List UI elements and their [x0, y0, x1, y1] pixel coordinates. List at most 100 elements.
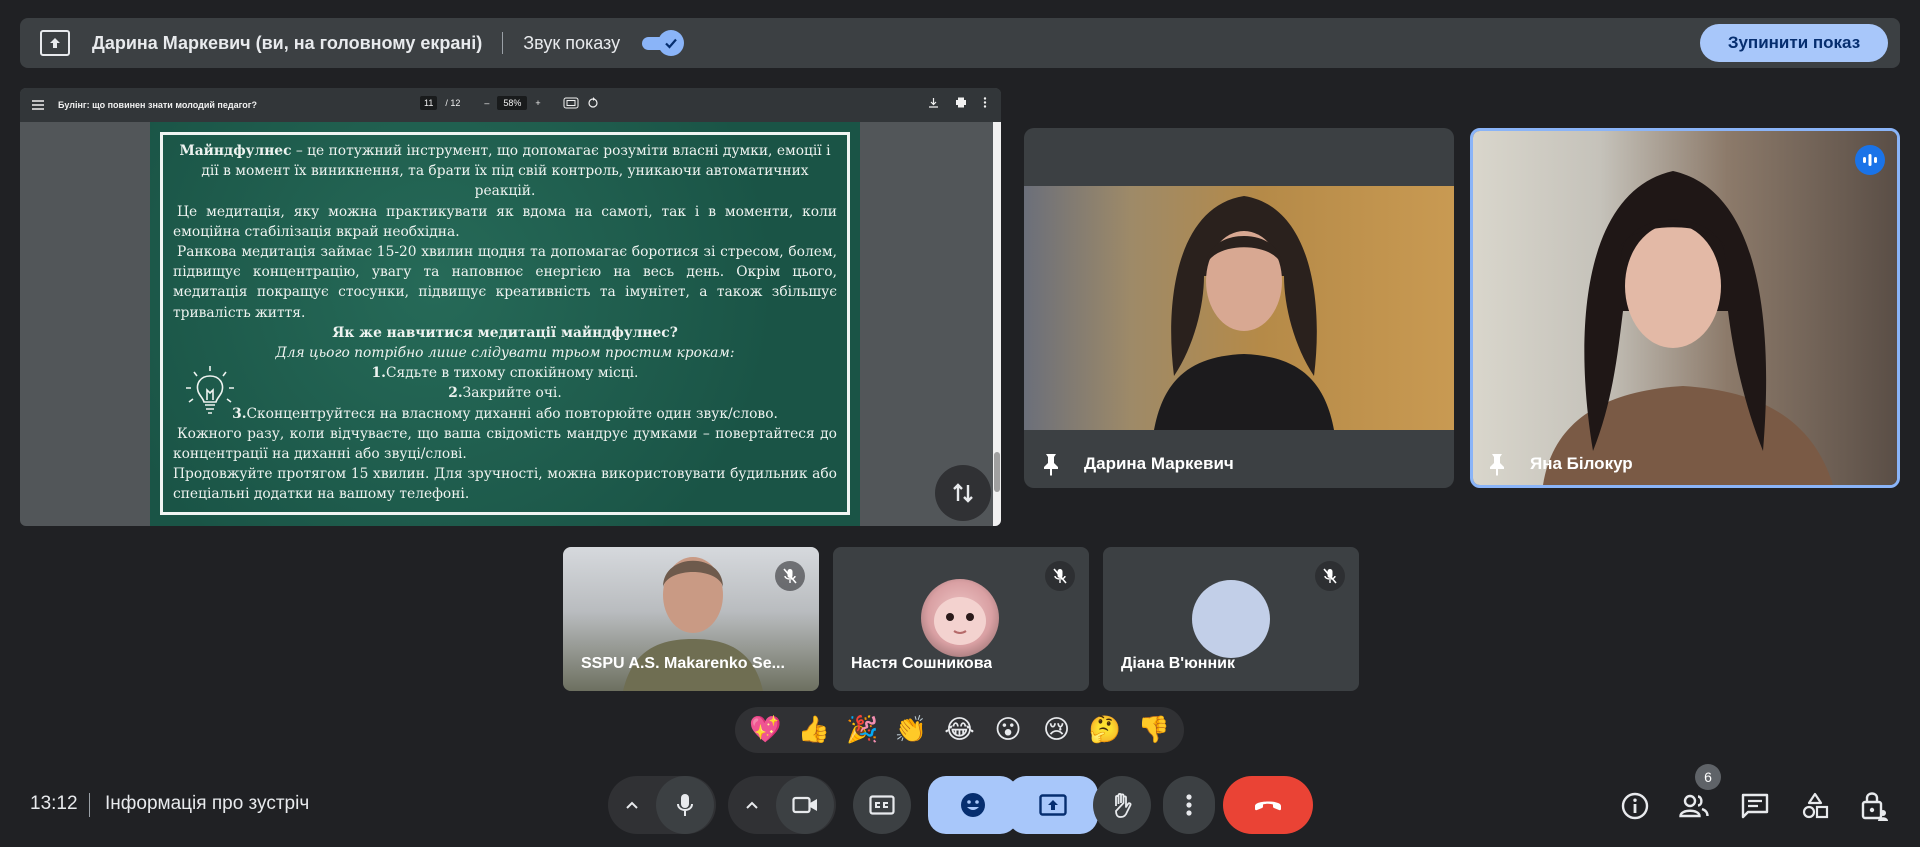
reaction-party-popper[interactable]: 🎉 — [841, 707, 883, 753]
muted-icon — [1315, 561, 1345, 591]
muted-icon — [775, 561, 805, 591]
participant-tile-yana[interactable]: Яна Білокур — [1470, 128, 1900, 488]
page-number-input[interactable]: 11 — [420, 96, 438, 110]
pdf-scrollbar[interactable] — [993, 122, 1001, 526]
more-options-button[interactable] — [1163, 776, 1215, 834]
check-icon — [658, 30, 685, 56]
mic-options-button[interactable] — [608, 800, 656, 810]
participant-name: Діана В'юнник — [1121, 655, 1235, 672]
people-button[interactable] — [1678, 790, 1710, 822]
videocam-icon — [792, 796, 817, 814]
captions-button[interactable] — [853, 776, 911, 834]
slide-paragraph: Ранкова медитація займає 15-20 хвилин що… — [173, 244, 837, 321]
activities-button[interactable] — [1799, 790, 1831, 822]
shared-screen: Булінг: що повинен знати молодий педагог… — [20, 88, 1001, 526]
share-audio-toggle[interactable] — [640, 30, 686, 56]
sound-label: Звук показу — [523, 32, 621, 53]
host-controls-button[interactable] — [1858, 790, 1890, 822]
participant-tile-sspu[interactable]: SSPU A.S. Makarenko Se... — [563, 547, 819, 691]
reaction-thumbs-up[interactable]: 👍 — [793, 707, 835, 753]
participant-name: Яна Білокур — [1530, 454, 1633, 473]
presenter-text: Дарина Маркевич (ви, на головному екрані… — [92, 32, 483, 53]
zoom-level[interactable]: 58% — [497, 96, 528, 110]
present-now-button[interactable] — [1008, 776, 1098, 834]
raise-hand-button[interactable] — [1093, 776, 1151, 834]
divider — [502, 32, 504, 54]
meeting-clock: 13:12 — [30, 793, 78, 814]
reactions-bar: 💖 👍 🎉 👏 😂 😮 😢 🤔 👎 — [735, 707, 1184, 753]
shapes-icon — [1802, 792, 1829, 819]
lock-person-icon — [1861, 792, 1888, 821]
menu-icon[interactable] — [32, 100, 44, 110]
slide-definition: – це потужний інструмент, що допомагає р… — [201, 143, 831, 200]
people-icon — [1679, 794, 1709, 818]
chat-button[interactable] — [1739, 790, 1771, 822]
pin-icon[interactable] — [1486, 452, 1508, 476]
leave-call-button[interactable] — [1223, 776, 1313, 834]
chevron-up-icon — [746, 801, 758, 809]
slide-step: Сядьте в тихому спокійному місці. — [385, 365, 639, 382]
pin-icon[interactable] — [1040, 452, 1062, 476]
camera-control-group — [728, 776, 836, 834]
stop-presenting-button[interactable]: Зупинити показ — [1700, 24, 1888, 62]
hand-icon — [1115, 792, 1132, 818]
participant-figure — [1543, 171, 1833, 485]
present-screen-icon — [40, 30, 70, 56]
avatar — [921, 579, 999, 657]
pdf-toolbar: Булінг: що повинен знати молодий педагог… — [20, 88, 1001, 122]
meeting-details-button[interactable] — [1619, 790, 1651, 822]
participant-figure — [1154, 196, 1334, 430]
slide-paragraph: Кожного разу, коли відчуваєте, що ваша с… — [173, 425, 837, 463]
info-icon — [1621, 792, 1649, 820]
pdf-title: Булінг: що повинен знати молодий педагог… — [58, 100, 257, 110]
participant-name: SSPU A.S. Makarenko Se... — [581, 655, 785, 672]
call-end-icon — [1255, 801, 1281, 811]
reaction-surprised[interactable]: 😮 — [987, 707, 1029, 753]
microphone-icon — [677, 794, 693, 816]
lightbulb-icon — [186, 366, 234, 414]
step-number: 2. — [448, 385, 463, 402]
avatar — [1192, 580, 1270, 658]
swap-layout-button[interactable] — [935, 465, 991, 521]
slide-heading: Як же навчитися медитації майндфулнес? — [332, 324, 678, 341]
slide-step: Сконцентруйтеся на власному диханні або … — [246, 405, 778, 422]
slide-content: Майндфулнес – це потужний інструмент, що… — [160, 132, 850, 515]
download-icon[interactable] — [928, 97, 939, 108]
participant-name: Настя Сошникова — [851, 655, 993, 672]
more-vert-icon[interactable] — [983, 97, 987, 108]
reaction-crying[interactable]: 😢 — [1036, 707, 1078, 753]
participant-tile-darina[interactable]: Дарина Маркевич — [1024, 128, 1454, 488]
slide-subheading: Для цього потрібно лише слідувати трьом … — [275, 345, 735, 362]
closed-captions-icon — [869, 795, 895, 815]
reaction-thinking[interactable]: 🤔 — [1084, 707, 1126, 753]
slide-page: Майндфулнес – це потужний інструмент, що… — [150, 122, 860, 526]
slide-paragraph: Продовжуйте протягом 15 хвилин. Для зруч… — [173, 466, 837, 503]
present-to-all-icon — [1039, 794, 1067, 816]
participant-tile-nastia[interactable]: Настя Сошникова — [833, 547, 1089, 691]
zoom-out-icon[interactable]: – — [484, 98, 489, 108]
camera-options-button[interactable] — [728, 800, 776, 810]
reaction-thumbs-down[interactable]: 👎 — [1133, 707, 1175, 753]
print-icon[interactable] — [955, 97, 967, 108]
mic-button[interactable] — [656, 776, 714, 834]
meeting-info-link[interactable]: Інформація про зустріч — [105, 793, 309, 815]
reaction-clapping[interactable]: 👏 — [890, 707, 932, 753]
swap-vert-icon — [953, 483, 973, 503]
participant-tile-diana[interactable]: Діана В'юнник — [1103, 547, 1359, 691]
slide-term: Майндфулнес — [179, 143, 292, 159]
camera-button[interactable] — [776, 776, 834, 834]
zoom-in-icon[interactable]: + — [535, 98, 540, 108]
pdf-page-area: Майндфулнес – це потужний інструмент, що… — [20, 122, 1001, 526]
page-total: / 12 — [445, 98, 461, 108]
muted-icon — [1045, 561, 1075, 591]
reactions-button[interactable] — [928, 776, 1018, 834]
participant-video — [1024, 186, 1454, 430]
rotate-icon[interactable] — [587, 97, 599, 109]
step-number: 1. — [371, 365, 386, 382]
reaction-sparkling-heart[interactable]: 💖 — [744, 707, 786, 753]
participant-name: Дарина Маркевич — [1084, 454, 1234, 473]
fit-page-icon[interactable] — [563, 97, 579, 109]
slide-step: Закрийте очі. — [462, 385, 562, 402]
reaction-tears-of-joy[interactable]: 😂 — [938, 707, 980, 753]
more-vert-icon — [1186, 794, 1192, 816]
